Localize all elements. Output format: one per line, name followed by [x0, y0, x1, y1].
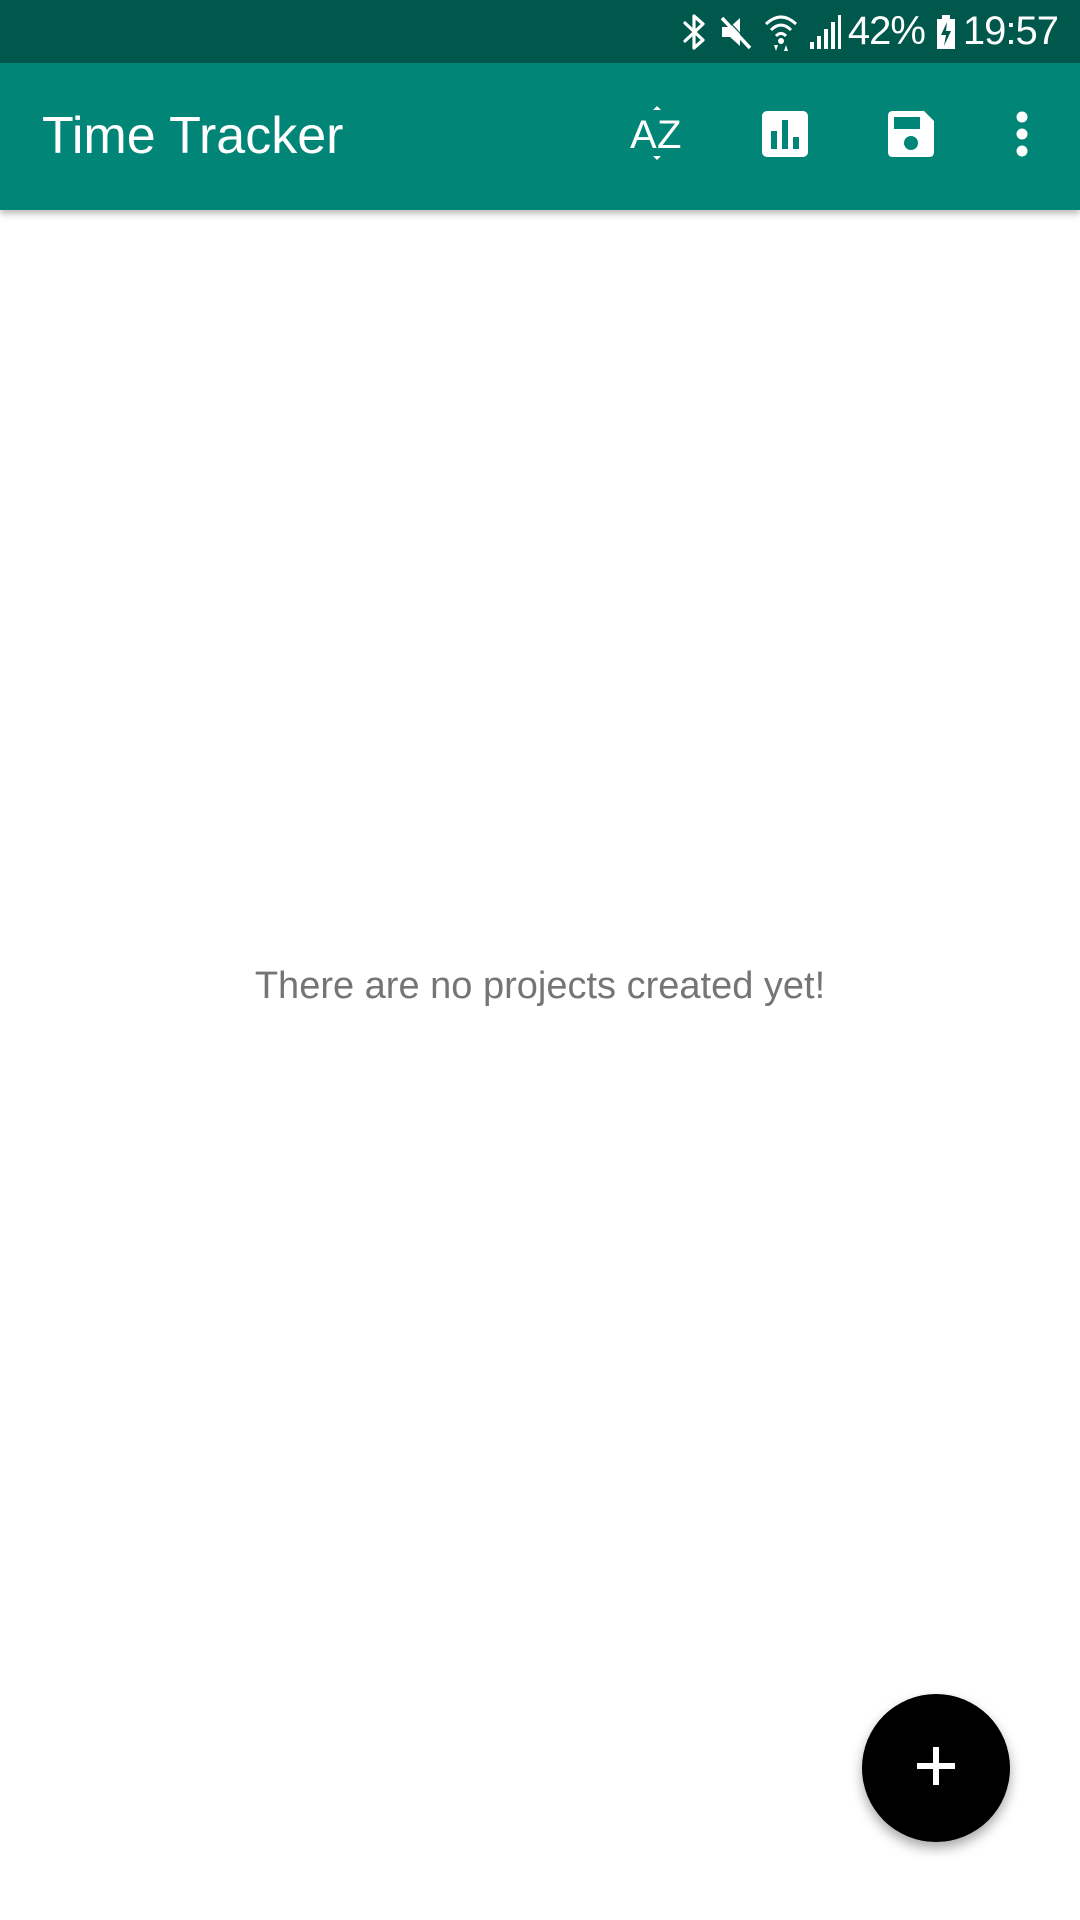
app-bar: Time Tracker A Z — [0, 63, 1080, 210]
signal-icon — [808, 12, 842, 52]
add-icon — [915, 1745, 957, 1792]
more-vert-icon — [1015, 111, 1029, 162]
bar-chart-icon — [760, 109, 810, 164]
save-icon — [886, 109, 936, 164]
sort-button[interactable]: A Z — [607, 63, 707, 210]
clock: 19:57 — [962, 9, 1059, 53]
mute-icon — [718, 12, 754, 52]
svg-text:Z: Z — [657, 113, 681, 157]
more-options-button[interactable] — [982, 63, 1062, 210]
add-project-button[interactable] — [862, 1694, 1010, 1842]
statistics-button[interactable] — [735, 63, 835, 210]
wifi-icon — [764, 12, 798, 52]
app-title: Time Tracker — [42, 107, 344, 165]
save-button[interactable] — [861, 63, 961, 210]
svg-text:A: A — [630, 113, 657, 157]
bluetooth-icon — [682, 12, 708, 52]
empty-state-message: There are no projects created yet! — [254, 965, 826, 1007]
sort-az-icon: A Z — [628, 106, 686, 167]
status-bar: 42% 19:57 — [0, 0, 1080, 63]
battery-charging-icon — [935, 12, 957, 52]
battery-percent: 42% — [847, 9, 926, 53]
screen: 42% 19:57 Time Tracker A Z There are no … — [0, 0, 1080, 1920]
